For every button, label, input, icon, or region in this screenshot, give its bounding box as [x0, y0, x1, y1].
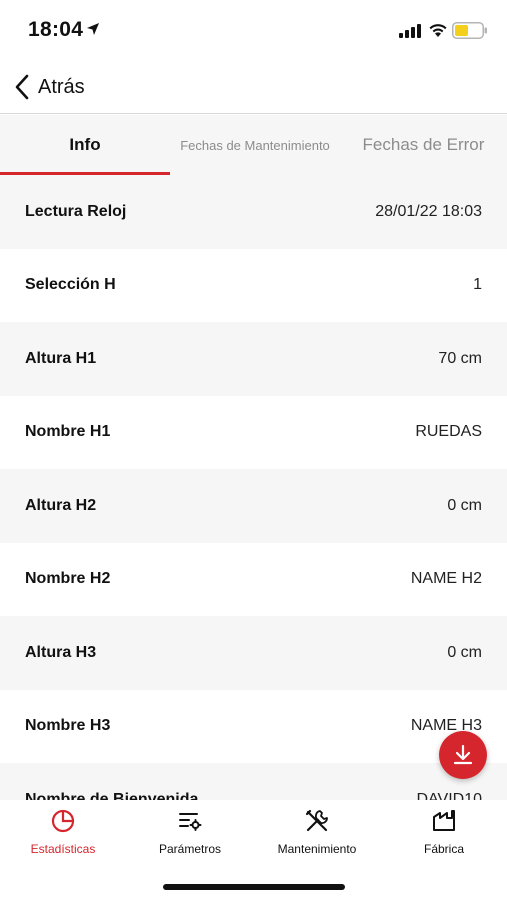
row-value: 0 cm [447, 643, 482, 661]
tab-estadisticas[interactable]: Estadísticas [0, 808, 126, 866]
download-icon [453, 744, 473, 765]
info-list[interactable]: Lectura Reloj 28/01/22 18:03 Selección H… [0, 175, 507, 800]
row-label: Selección H [25, 276, 116, 294]
chevron-left-icon [15, 74, 29, 100]
row-value: RUEDAS [415, 423, 482, 441]
tab-fechas-error[interactable]: Fechas de Error [340, 115, 507, 175]
home-indicator [163, 884, 345, 890]
row-label: Altura H2 [25, 496, 97, 514]
navigation-bar: Atrás [0, 62, 507, 114]
row-nombre-h3: Nombre H3 NAME H3 [0, 690, 507, 764]
row-value: 28/01/22 18:03 [375, 202, 482, 220]
row-value: DAVID10 [416, 790, 482, 800]
row-altura-h1: Altura H1 70 cm [0, 322, 507, 396]
tab-fechas-mantenimiento[interactable]: Fechas de Mantenimiento [170, 115, 340, 175]
row-value: 1 [473, 276, 482, 294]
factory-icon [433, 810, 455, 831]
cellular-signal-icon [399, 24, 421, 38]
row-altura-h3: Altura H3 0 cm [0, 616, 507, 690]
row-label: Altura H1 [25, 349, 97, 367]
tab-label: Parámetros [158, 842, 222, 856]
tab-fabrica[interactable]: Fábrica [381, 808, 507, 866]
location-arrow-icon [87, 23, 99, 35]
tab-info[interactable]: Info [0, 115, 170, 175]
battery-icon [452, 22, 487, 39]
row-value: 70 cm [438, 349, 482, 367]
row-nombre-bienvenida: Nombre de Bienvenida DAVID10 [0, 763, 507, 800]
row-altura-h2: Altura H2 0 cm [0, 469, 507, 543]
row-label: Nombre de Bienvenida [25, 790, 199, 800]
row-label: Nombre H2 [25, 570, 111, 588]
back-label: Atrás [38, 75, 85, 98]
row-seleccion-h: Selección H 1 [0, 249, 507, 323]
tab-parametros[interactable]: Parámetros [127, 808, 253, 866]
tab-label: Fábrica [423, 842, 464, 856]
status-bar: 18:04 [0, 0, 507, 62]
download-button[interactable] [439, 731, 487, 779]
row-label: Lectura Reloj [25, 202, 127, 220]
row-lectura-reloj: Lectura Reloj 28/01/22 18:03 [0, 175, 507, 249]
status-time: 18:04 [28, 18, 84, 41]
wifi-icon [429, 24, 447, 37]
tab-label: Mantenimiento [277, 842, 357, 856]
row-nombre-h1: Nombre H1 RUEDAS [0, 396, 507, 470]
pie-chart-icon [51, 809, 75, 833]
parameters-icon [179, 813, 202, 831]
tab-mantenimiento[interactable]: Mantenimiento [254, 808, 380, 866]
row-label: Altura H3 [25, 643, 97, 661]
row-label: Nombre H1 [25, 423, 111, 441]
row-label: Nombre H3 [25, 717, 111, 735]
tools-icon [305, 809, 328, 832]
row-value: 0 cm [447, 496, 482, 514]
row-nombre-h2: Nombre H2 NAME H2 [0, 543, 507, 617]
back-button[interactable]: Atrás [14, 72, 85, 102]
row-value: NAME H2 [410, 570, 482, 588]
tab-label: Estadísticas [30, 842, 96, 856]
segmented-tabs: Info Fechas de Mantenimiento Fechas de E… [0, 115, 507, 175]
